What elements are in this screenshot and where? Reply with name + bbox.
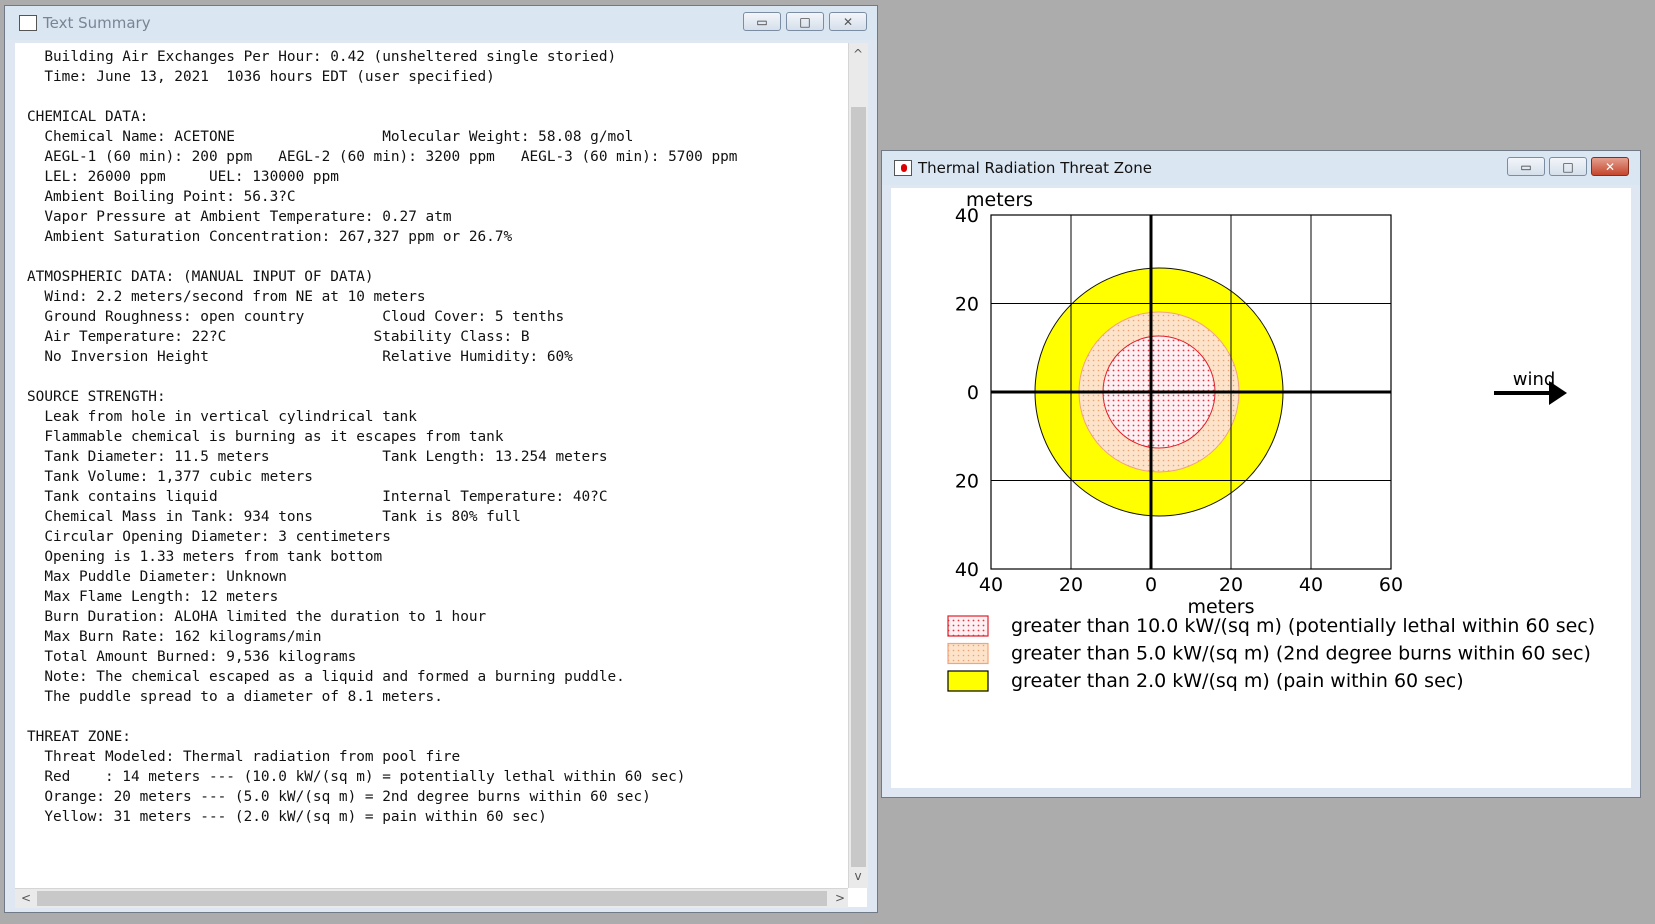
legend-label: greater than 5.0 kW/(sq m) (2nd degree b… — [1011, 643, 1591, 665]
summary-line: Note: The chemical escaped as a liquid a… — [27, 669, 625, 685]
flame-icon — [901, 164, 907, 172]
legend-swatch — [947, 615, 989, 637]
summary-line: Max Burn Rate: 162 kilograms/min — [27, 629, 322, 645]
summary-line: CHEMICAL DATA: — [27, 109, 149, 125]
scroll-up-button[interactable]: ^ — [849, 47, 867, 61]
wind-arrowhead-icon — [1549, 381, 1567, 405]
summary-line: Tank Diameter: 11.5 meters Tank Length: … — [27, 449, 608, 465]
summary-line: Opening is 1.33 meters from tank bottom — [27, 549, 383, 565]
threat-zone-chart: 40200204040 20 0 20 40 60metersmeterswindgrea… — [947, 189, 1595, 692]
text-summary-titlebar[interactable]: Text Summary ▭ □ ✕ — [5, 6, 877, 40]
text-summary-body: Building Air Exchanges Per Hour: 0.42 (u… — [15, 43, 868, 908]
x-tick-label: 60 — [1379, 574, 1403, 596]
summary-line: LEL: 26000 ppm UEL: 130000 ppm — [27, 169, 339, 185]
maximize-button[interactable]: □ — [1549, 157, 1587, 176]
legend-swatch — [947, 670, 989, 692]
maximize-button[interactable]: □ — [786, 12, 824, 31]
vertical-scrollbar[interactable]: ^ v — [848, 43, 868, 888]
summary-line: The puddle spread to a diameter of 8.1 m… — [27, 689, 443, 705]
app-icon — [19, 15, 37, 31]
summary-line: Ambient Saturation Concentration: 267,32… — [27, 229, 513, 245]
minimize-button[interactable]: ▭ — [743, 12, 781, 31]
summary-line: Tank contains liquid Internal Temperatur… — [27, 489, 608, 505]
summary-line: Ground Roughness: open country Cloud Cov… — [27, 309, 565, 325]
summary-line: Circular Opening Diameter: 3 centimeters — [27, 529, 391, 545]
summary-line: Building Air Exchanges Per Hour: 0.42 (u… — [27, 49, 617, 65]
summary-line: Tank Volume: 1,377 cubic meters — [27, 469, 313, 485]
summary-line: Threat Modeled: Thermal radiation from p… — [27, 749, 461, 765]
close-button[interactable]: ✕ — [1591, 157, 1629, 176]
summary-line: Vapor Pressure at Ambient Temperature: 0… — [27, 209, 452, 225]
summary-line: Air Temperature: 22?C Stability Class: B — [27, 329, 530, 345]
scroll-left-button[interactable]: < — [17, 891, 35, 905]
summary-line: Wind: 2.2 meters/second from NE at 10 me… — [27, 289, 426, 305]
x-tick-label: 20 — [1219, 574, 1243, 596]
y-tick-label: 40 — [955, 559, 979, 581]
scroll-right-button[interactable]: > — [831, 891, 849, 905]
summary-line: Leak from hole in vertical cylindrical t… — [27, 409, 417, 425]
x-tick-label: 40 — [1299, 574, 1323, 596]
summary-line: Ambient Boiling Point: 56.3?C — [27, 189, 296, 205]
summary-line: Chemical Name: ACETONE Molecular Weight:… — [27, 129, 634, 145]
summary-line: No Inversion Height Relative Humidity: 6… — [27, 349, 573, 365]
x-tick-label: 40 — [979, 574, 1003, 596]
horizontal-scrollbar[interactable]: < > — [15, 888, 848, 908]
text-summary-window: Text Summary ▭ □ ✕ Building Air Exchange… — [4, 5, 878, 913]
summary-line: Max Flame Length: 12 meters — [27, 589, 279, 605]
summary-text: Building Air Exchanges Per Hour: 0.42 (u… — [27, 47, 857, 883]
summary-line: Yellow: 31 meters --- (2.0 kW/(sq m) = p… — [27, 809, 547, 825]
summary-line — [27, 367, 857, 387]
y-axis-unit-label: meters — [966, 189, 1033, 211]
summary-line: Orange: 20 meters --- (5.0 kW/(sq m) = 2… — [27, 789, 651, 805]
y-tick-label: 20 — [955, 471, 979, 493]
legend-label: greater than 2.0 kW/(sq m) (pain within … — [1011, 670, 1464, 692]
summary-line: Max Puddle Diameter: Unknown — [27, 569, 287, 585]
window-title: Thermal Radiation Threat Zone — [918, 159, 1152, 177]
summary-line: THREAT ZONE: — [27, 729, 131, 745]
summary-line: Total Amount Burned: 9,536 kilograms — [27, 649, 357, 665]
y-tick-label: 20 — [955, 294, 979, 316]
summary-line: Flammable chemical is burning as it esca… — [27, 429, 504, 445]
minimize-button[interactable]: ▭ — [1507, 157, 1545, 176]
app-icon — [894, 160, 912, 176]
summary-line: Red : 14 meters --- (10.0 kW/(sq m) = po… — [27, 769, 686, 785]
summary-line: ATMOSPHERIC DATA: (MANUAL INPUT OF DATA) — [27, 269, 374, 285]
summary-line — [27, 247, 857, 267]
vertical-scroll-thumb[interactable] — [851, 107, 866, 867]
summary-line: SOURCE STRENGTH: — [27, 389, 166, 405]
threat-zone-plot-area: 40 20 0 20 40 40 20 0 20 40 60 meters meters wind grea… — [891, 188, 1631, 788]
summary-line — [27, 87, 857, 107]
y-tick-label: 0 — [967, 382, 979, 404]
legend-label: greater than 10.0 kW/(sq m) (potentially… — [1011, 615, 1595, 637]
close-button[interactable]: ✕ — [829, 12, 867, 31]
summary-line — [27, 707, 857, 727]
summary-line: Burn Duration: ALOHA limited the duratio… — [27, 609, 487, 625]
threat-zone-window: Thermal Radiation Threat Zone ▭ □ ✕ 40 20… — [881, 150, 1641, 798]
legend-swatch — [947, 642, 989, 665]
window-title: Text Summary — [43, 14, 151, 32]
summary-line: Time: June 13, 2021 1036 hours EDT (user… — [27, 69, 495, 85]
summary-line: AEGL-1 (60 min): 200 ppm AEGL-2 (60 min)… — [27, 149, 738, 165]
x-tick-label: 20 — [1059, 574, 1083, 596]
horizontal-scroll-thumb[interactable] — [37, 891, 827, 906]
scroll-down-button[interactable]: v — [849, 869, 867, 883]
summary-line: Chemical Mass in Tank: 934 tons Tank is … — [27, 509, 521, 525]
wind-label: wind — [1513, 369, 1556, 390]
x-tick-label: 0 — [1145, 574, 1157, 596]
threat-zone-titlebar[interactable]: Thermal Radiation Threat Zone ▭ □ ✕ — [882, 151, 1640, 185]
